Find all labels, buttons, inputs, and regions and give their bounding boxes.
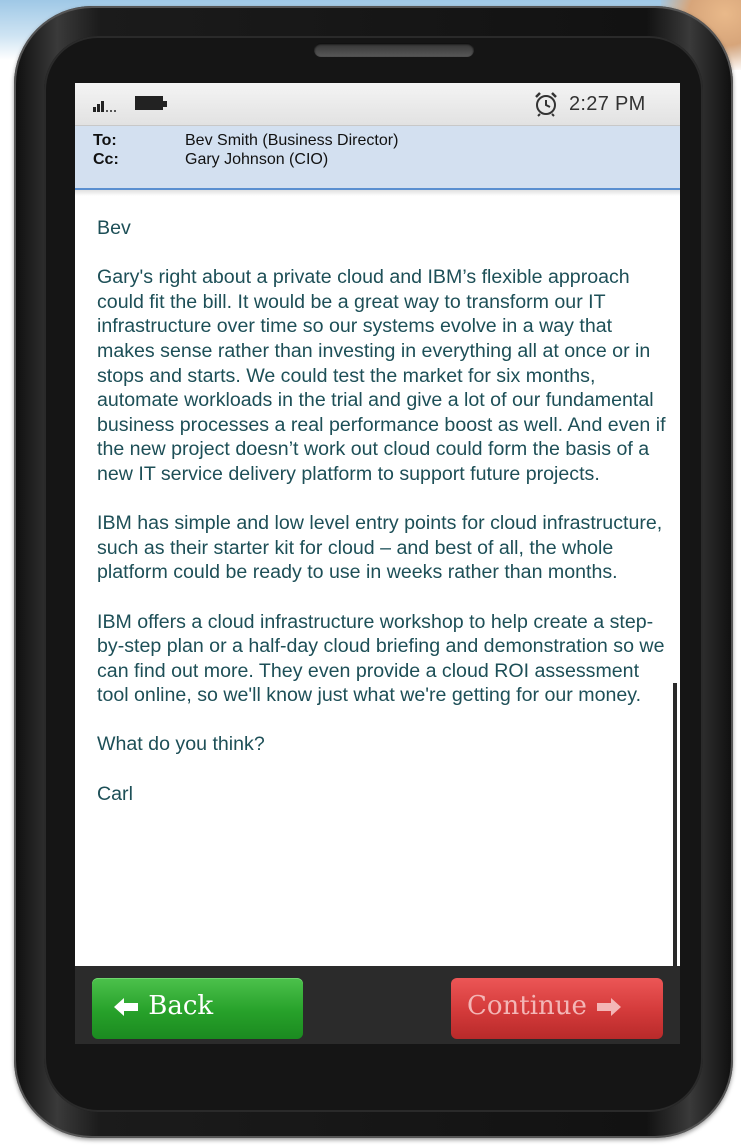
arrow-right-icon (597, 998, 622, 1016)
battery-icon (135, 96, 167, 110)
back-button[interactable]: Back (92, 978, 303, 1039)
cc-recipient: Gary Johnson (CIO) (185, 151, 329, 168)
status-bar: 2:27 PM (75, 83, 680, 126)
email-greeting: Bev (97, 217, 131, 239)
phone-frame: 2:27 PM To: Bev Smith (Business Director)… (14, 6, 733, 1138)
header-shadow (75, 190, 680, 196)
cc-label: Cc: (93, 151, 119, 168)
status-time: 2:27 PM (569, 93, 646, 115)
arrow-left-icon (114, 998, 138, 1016)
email-body: Bev Gary's right about a private cloud a… (97, 216, 667, 831)
to-label: To: (93, 132, 117, 149)
to-recipient: Bev Smith (Business Director) (185, 132, 399, 149)
phone-speaker (314, 43, 474, 57)
continue-button-label: Continue (467, 991, 587, 1021)
continue-button[interactable]: Continue (451, 978, 663, 1039)
email-signature: Carl (97, 782, 133, 805)
email-question: What do you think? (97, 733, 265, 756)
email-paragraph-3: IBM offers a cloud infrastructure worksh… (97, 610, 665, 707)
navigation-bar: Back Continue (75, 966, 680, 1044)
email-paragraph-2: IBM has simple and low level entry point… (97, 512, 663, 584)
to-row: To: Bev Smith (Business Director) (93, 132, 398, 150)
signal-bars-icon (93, 101, 116, 112)
alarm-clock-icon (535, 92, 557, 117)
email-paragraph-1: Gary's right about a private cloud and I… (97, 266, 666, 485)
cc-row: Cc: Gary Johnson (CIO) (93, 151, 328, 169)
phone-screen: 2:27 PM To: Bev Smith (Business Director)… (75, 83, 680, 1044)
back-button-label: Back (148, 991, 214, 1021)
email-header: To: Bev Smith (Business Director) Cc: Gary… (75, 126, 680, 190)
scrollbar[interactable] (673, 683, 677, 966)
